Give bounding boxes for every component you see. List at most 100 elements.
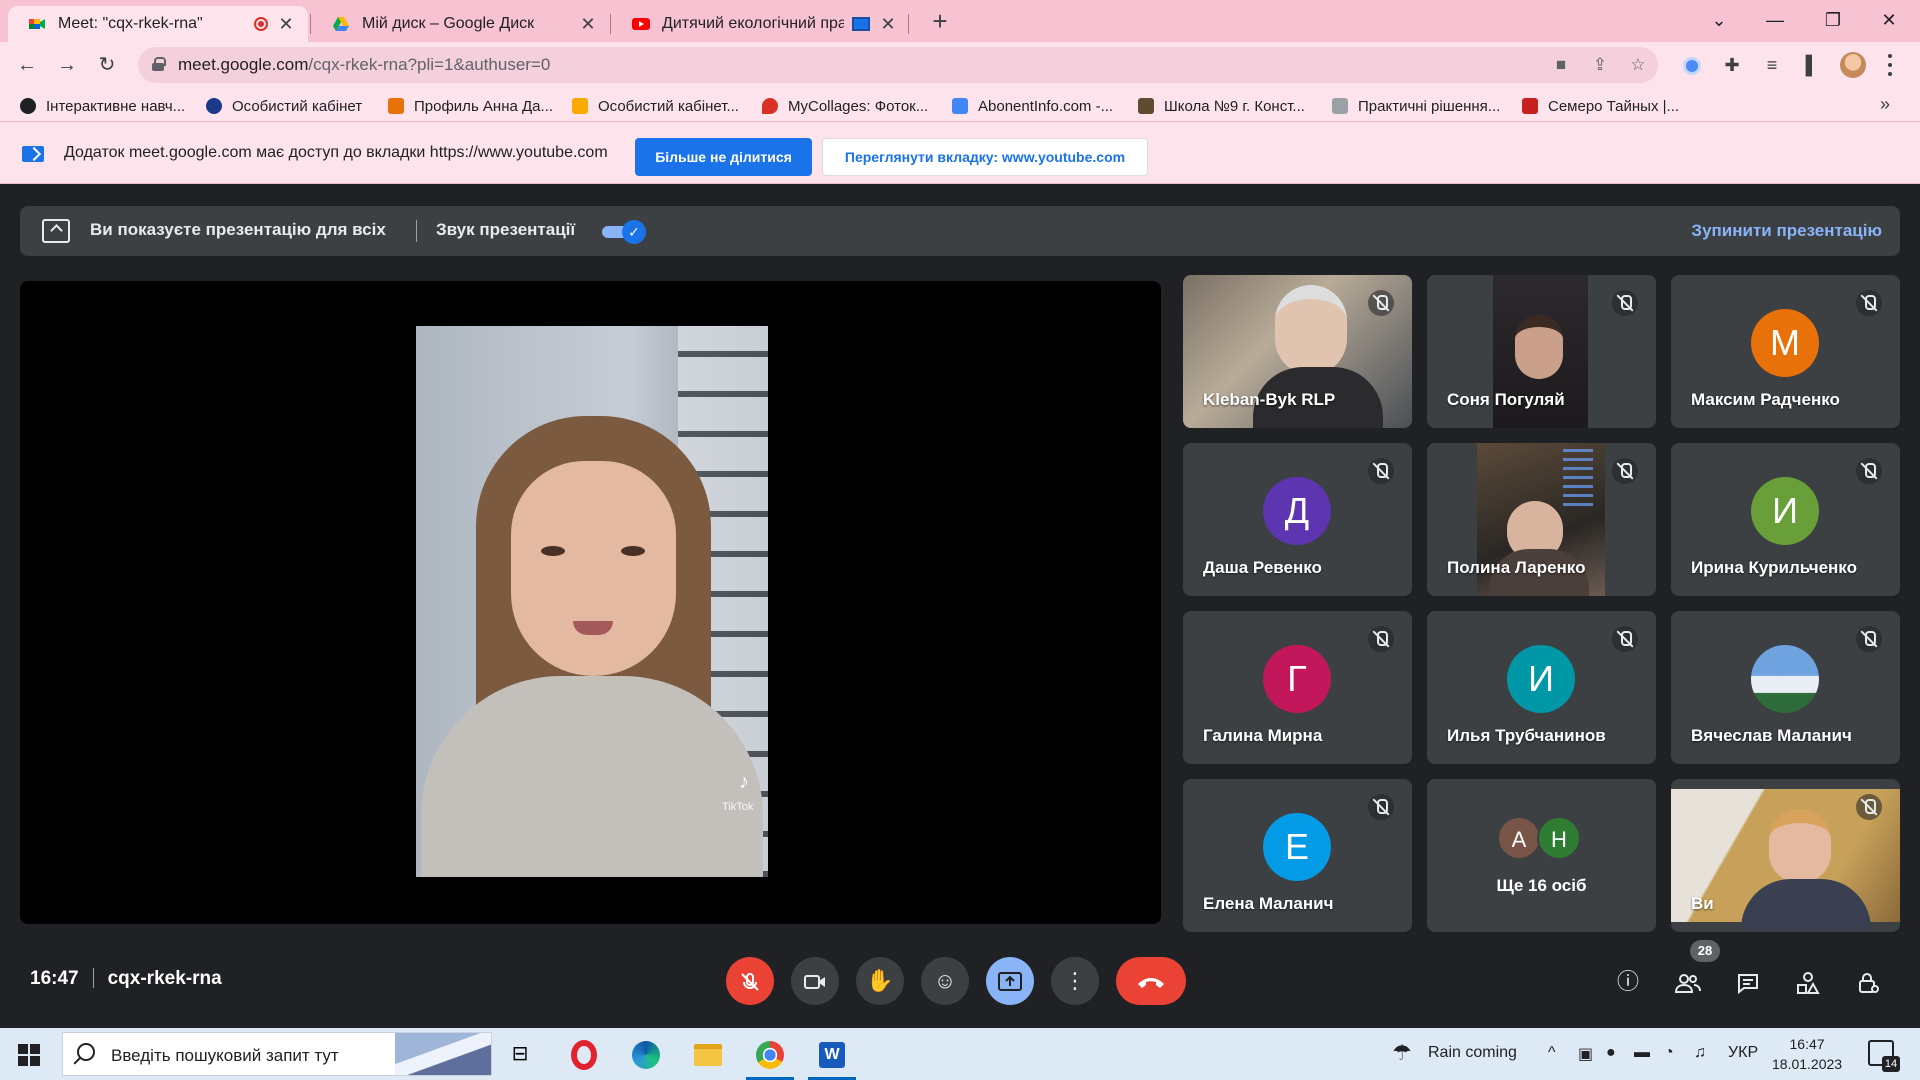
bookmark-star-icon[interactable]: ☆: [1628, 55, 1648, 75]
activities-icon[interactable]: [1793, 967, 1823, 997]
browser-toolbar: ← → ↻ meet.google.com/cqx-rkek-rna?pli=1…: [0, 42, 1920, 88]
notification-count: 14: [1882, 1056, 1900, 1072]
close-tab-icon[interactable]: ✕: [578, 14, 598, 35]
meeting-info-icon[interactable]: ⓘ: [1613, 967, 1643, 997]
reload-button[interactable]: ↻: [92, 50, 122, 80]
raise-hand-button[interactable]: ✋: [856, 957, 904, 1005]
tab-youtube[interactable]: Дитячий екологічний прар ✕: [612, 6, 910, 42]
mic-off-icon: [1856, 626, 1882, 652]
weather-icon[interactable]: ☂: [1392, 1040, 1412, 1066]
camera-in-use-icon[interactable]: ■: [1551, 55, 1571, 75]
profile-avatar[interactable]: [1840, 52, 1866, 78]
meet-call-area: Ви показуєте презентацію для всіх Звук п…: [0, 184, 1920, 1028]
eye: [541, 546, 565, 556]
participant-tile[interactable]: Вячеслав Маланич: [1671, 611, 1900, 764]
task-view-icon[interactable]: ⊟: [502, 1036, 538, 1072]
forward-button[interactable]: →: [52, 50, 82, 80]
bookmark-item[interactable]: MyCollages: Фоток...: [762, 96, 928, 116]
bookmark-item[interactable]: Особистий кабінет: [206, 96, 362, 116]
chat-icon[interactable]: [1733, 967, 1763, 997]
media-controls-icon[interactable]: ≡: [1760, 53, 1784, 77]
microphone-icon[interactable]: ●: [1606, 1044, 1616, 1062]
chrome-icon[interactable]: [746, 1036, 794, 1080]
tab-strip: Meet: "cqx-rkek-rna" ✕ Мій диск – Google…: [0, 0, 1920, 42]
url-path: /cqx-rkek-rna?pli=1&authuser=0: [308, 55, 551, 74]
bookmark-item[interactable]: Семеро Тайных |...: [1522, 96, 1679, 116]
tab-google-drive[interactable]: Мій диск – Google Диск ✕: [312, 6, 610, 42]
present-screen-icon: [42, 219, 70, 243]
stop-presenting-button[interactable]: Зупинити презентацію: [1691, 221, 1882, 241]
tab-search-icon[interactable]: ⌄: [1696, 4, 1742, 36]
battery-icon[interactable]: ▬: [1634, 1044, 1650, 1062]
view-shared-tab-button[interactable]: Переглянути вкладку: www.youtube.com: [822, 138, 1148, 176]
input-language[interactable]: УКР: [1728, 1044, 1758, 1062]
participant-avatar: И: [1507, 645, 1575, 713]
bookmark-favicon: [1332, 98, 1348, 114]
network-device-icon[interactable]: ▣: [1578, 1044, 1593, 1064]
self-view-tile[interactable]: Ви: [1671, 779, 1900, 932]
taskbar-search-box[interactable]: Введіть пошуковий запит тут: [62, 1032, 492, 1076]
presentation-audio-toggle[interactable]: ✓: [600, 220, 646, 244]
bookmark-item[interactable]: Особистий кабінет...: [572, 96, 739, 116]
participant-tile[interactable]: Полина Ларенко: [1427, 443, 1656, 596]
extensions-puzzle-icon[interactable]: ✚: [1720, 53, 1744, 77]
participant-tile[interactable]: М Максим Радченко: [1671, 275, 1900, 428]
participant-tile[interactable]: Е Елена Маланич: [1183, 779, 1412, 932]
participant-name: Даша Ревенко: [1203, 558, 1322, 577]
close-window-button[interactable]: ✕: [1866, 4, 1912, 36]
bookmark-item[interactable]: Інтерактивне навч...: [20, 96, 185, 116]
microphone-off-button[interactable]: [726, 957, 774, 1005]
bookmark-label: Практичні рішення...: [1358, 97, 1501, 115]
bookmark-item[interactable]: Профиль Анна Да...: [388, 96, 553, 116]
wifi-icon[interactable]: ◔: [1664, 1044, 1674, 1062]
reactions-button[interactable]: ☺: [921, 957, 969, 1005]
maximize-button[interactable]: ❐: [1810, 4, 1856, 36]
weather-status[interactable]: Rain coming: [1428, 1044, 1517, 1062]
file-explorer-icon[interactable]: [690, 1036, 726, 1072]
minimize-button[interactable]: —: [1752, 4, 1798, 36]
participant-tile[interactable]: Г Галина Мирна: [1183, 611, 1412, 764]
google-meet-icon: [28, 15, 46, 33]
leave-call-button[interactable]: [1116, 957, 1186, 1005]
bookmark-item[interactable]: AbonentInfo.com -...: [952, 96, 1113, 116]
opera-icon[interactable]: [566, 1036, 602, 1072]
taskbar-clock[interactable]: 16:47 18.01.2023: [1772, 1034, 1842, 1074]
host-controls-icon[interactable]: [1853, 967, 1883, 997]
camera-button[interactable]: [791, 957, 839, 1005]
share-icon[interactable]: ⇪: [1590, 55, 1610, 75]
address-bar[interactable]: meet.google.com/cqx-rkek-rna?pli=1&authu…: [138, 47, 1658, 83]
browser-menu-icon[interactable]: [1880, 52, 1900, 78]
extension-circle-icon[interactable]: [1680, 53, 1704, 77]
bookmarks-overflow-icon[interactable]: »: [1880, 94, 1890, 115]
participant-name: Илья Трубчанинов: [1447, 726, 1606, 745]
back-button[interactable]: ←: [12, 50, 42, 80]
tab-meet[interactable]: Meet: "cqx-rkek-rna" ✕: [8, 6, 308, 42]
bookmark-item[interactable]: Практичні рішення...: [1332, 96, 1500, 116]
more-participants-tile[interactable]: А Н Ще 16 осіб: [1427, 779, 1656, 932]
participant-tile[interactable]: Соня Погуляй: [1427, 275, 1656, 428]
more-options-button[interactable]: ⋮: [1051, 957, 1099, 1005]
search-placeholder: Введіть пошуковий запит тут: [111, 1046, 339, 1065]
participant-tile[interactable]: И Ирина Курильченко: [1671, 443, 1900, 596]
notification-center-icon[interactable]: 14: [1868, 1040, 1900, 1072]
close-tab-icon[interactable]: ✕: [878, 14, 898, 35]
windows-start-icon[interactable]: [18, 1044, 40, 1066]
call-controls-bar: 16:47 cqx-rkek-rna ✋ ☺ ⋮ ⓘ 28: [0, 924, 1920, 1028]
bookmark-item[interactable]: Школа №9 г. Конст...: [1138, 96, 1305, 116]
people-icon[interactable]: [1673, 967, 1703, 997]
participant-tile[interactable]: И Илья Трубчанинов: [1427, 611, 1656, 764]
edge-icon[interactable]: [628, 1036, 664, 1072]
participant-tile[interactable]: Kleban-Byk RLP: [1183, 275, 1412, 428]
new-tab-button[interactable]: +: [924, 6, 956, 37]
volume-icon[interactable]: ♫: [1694, 1044, 1706, 1062]
present-now-button[interactable]: [986, 957, 1034, 1005]
word-icon[interactable]: W: [808, 1036, 856, 1080]
lock-icon[interactable]: [152, 57, 166, 71]
meeting-code: cqx-rkek-rna: [107, 968, 222, 989]
presentation-bar: Ви показуєте презентацію для всіх Звук п…: [20, 206, 1900, 256]
participant-tile[interactable]: Д Даша Ревенко: [1183, 443, 1412, 596]
side-panel-icon[interactable]: ▌: [1800, 53, 1824, 77]
stop-sharing-button[interactable]: Більше не ділитися: [635, 138, 812, 176]
close-tab-icon[interactable]: ✕: [276, 14, 296, 35]
show-hidden-icons-icon[interactable]: ^: [1548, 1044, 1556, 1062]
